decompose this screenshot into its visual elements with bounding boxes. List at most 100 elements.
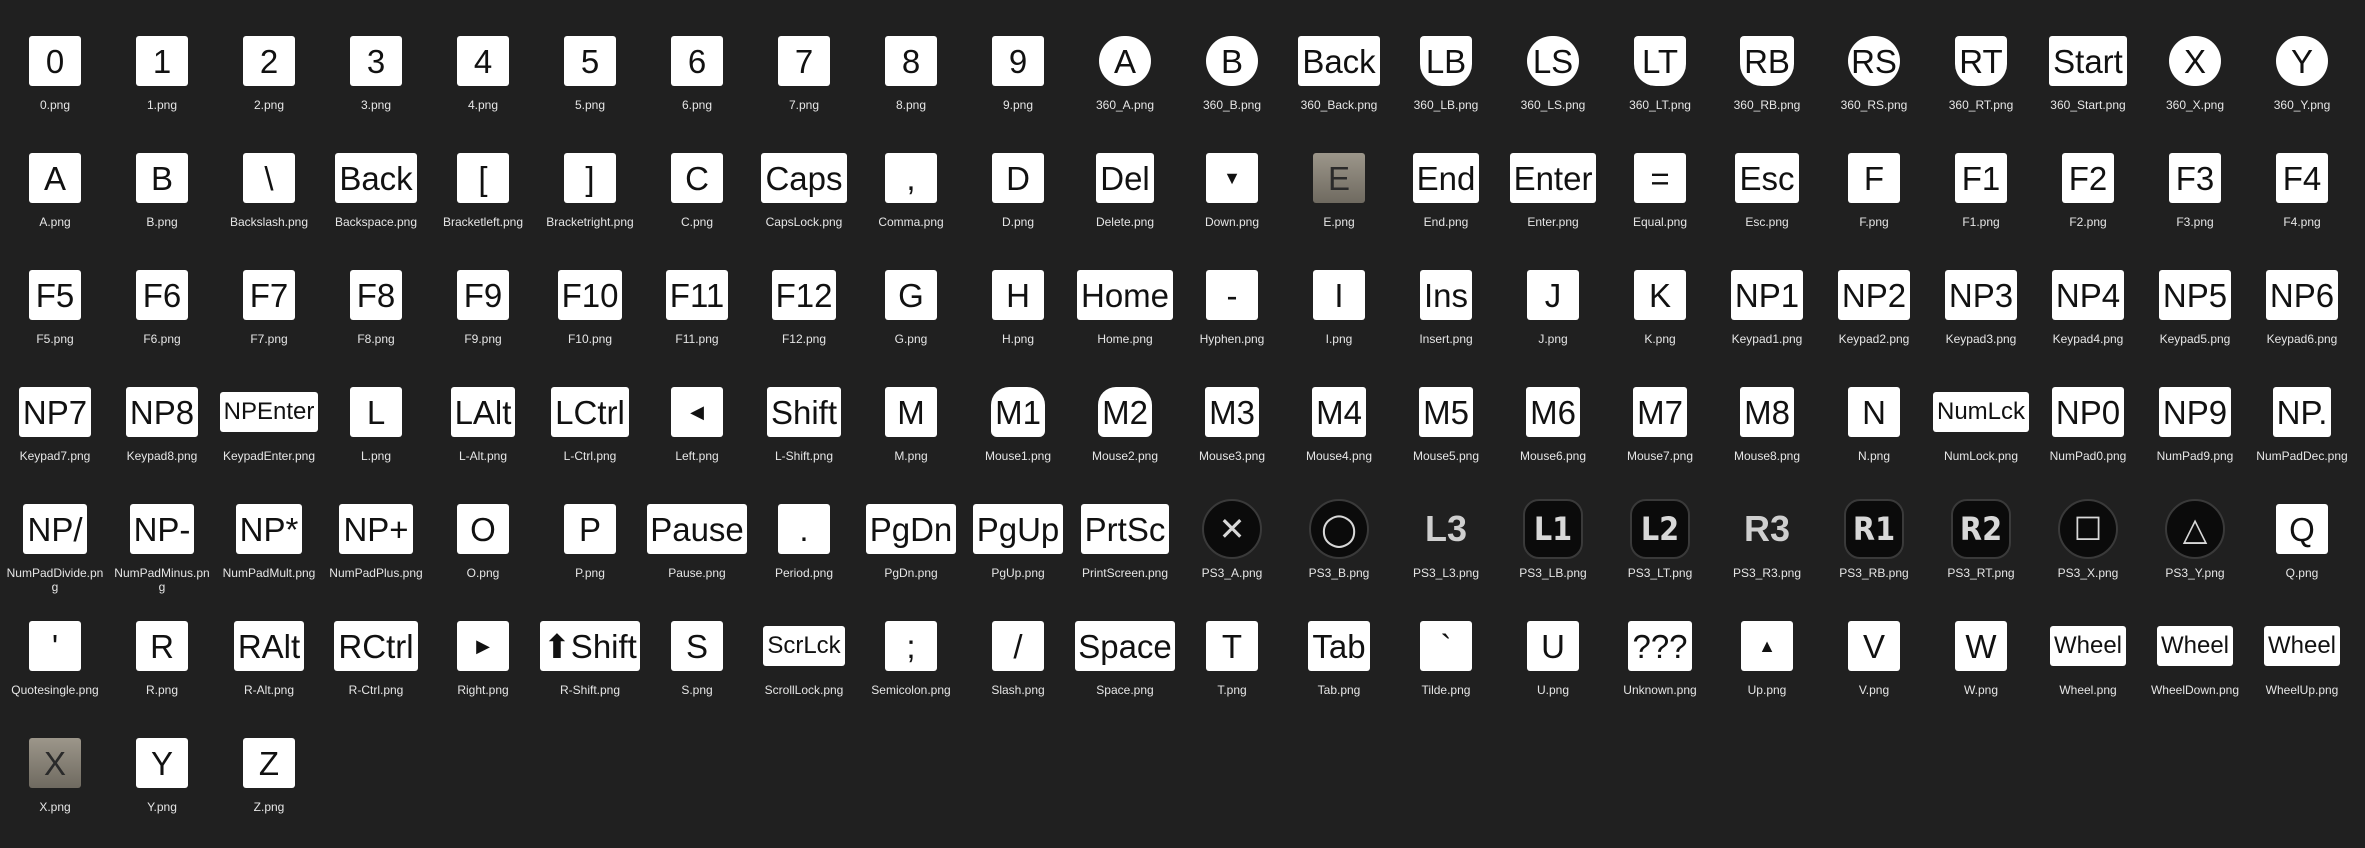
icon-tile[interactable]: NP0 NumPad0.png (2038, 377, 2138, 487)
icon-tile[interactable]: RS 360_RS.png (1824, 26, 1924, 136)
icon-tile[interactable]: RCtrl R-Ctrl.png (326, 611, 426, 721)
icon-tile[interactable]: R2 PS3_RT.png (1931, 494, 2031, 604)
icon-tile[interactable]: NP3 Keypad3.png (1931, 260, 2031, 370)
icon-tile[interactable]: A A.png (5, 143, 105, 253)
icon-tile[interactable]: H H.png (968, 260, 1068, 370)
icon-tile[interactable]: NP8 Keypad8.png (112, 377, 212, 487)
icon-tile[interactable]: \ Backslash.png (219, 143, 319, 253)
icon-tile[interactable]: C C.png (647, 143, 747, 253)
icon-tile[interactable]: NP4 Keypad4.png (2038, 260, 2138, 370)
icon-tile[interactable]: Pause Pause.png (647, 494, 747, 604)
icon-tile[interactable]: 1 1.png (112, 26, 212, 136)
icon-tile[interactable]: △ PS3_Y.png (2145, 494, 2245, 604)
icon-tile[interactable]: U U.png (1503, 611, 1603, 721)
icon-tile[interactable]: L1 PS3_LB.png (1503, 494, 1603, 604)
icon-tile[interactable]: NumLck NumLock.png (1931, 377, 2031, 487)
icon-tile[interactable]: A 360_A.png (1075, 26, 1175, 136)
icon-tile[interactable]: ◀ Left.png (647, 377, 747, 487)
icon-tile[interactable]: Shift L-Shift.png (754, 377, 854, 487)
icon-tile[interactable]: ScrLck ScrollLock.png (754, 611, 854, 721)
icon-tile[interactable]: NP* NumPadMult.png (219, 494, 319, 604)
icon-tile[interactable]: 8 8.png (861, 26, 961, 136)
icon-tile[interactable]: M7 Mouse7.png (1610, 377, 1710, 487)
icon-tile[interactable]: M3 Mouse3.png (1182, 377, 1282, 487)
icon-tile[interactable]: F7 F7.png (219, 260, 319, 370)
icon-tile[interactable]: Enter Enter.png (1503, 143, 1603, 253)
icon-tile[interactable]: O O.png (433, 494, 533, 604)
icon-tile[interactable]: NP/NumPadDivide.png (5, 494, 105, 604)
icon-tile[interactable]: R1 PS3_RB.png (1824, 494, 1924, 604)
icon-tile[interactable]: F4 F4.png (2252, 143, 2352, 253)
icon-tile[interactable]: M4 Mouse4.png (1289, 377, 1389, 487)
icon-tile[interactable]: S S.png (647, 611, 747, 721)
icon-tile[interactable]: NPEnter KeypadEnter.png (219, 377, 319, 487)
icon-tile[interactable]: M8 Mouse8.png (1717, 377, 1817, 487)
icon-tile[interactable]: = Equal.png (1610, 143, 1710, 253)
icon-tile[interactable]: NP+ NumPadPlus.png (326, 494, 426, 604)
icon-tile[interactable]: B 360_B.png (1182, 26, 1282, 136)
icon-tile[interactable]: X 360_X.png (2145, 26, 2245, 136)
icon-tile[interactable]: Start 360_Start.png (2038, 26, 2138, 136)
icon-tile[interactable]: M2 Mouse2.png (1075, 377, 1175, 487)
icon-tile[interactable]: RAlt R-Alt.png (219, 611, 319, 721)
icon-tile[interactable]: ◯ PS3_B.png (1289, 494, 1389, 604)
icon-tile[interactable]: F10 F10.png (540, 260, 640, 370)
icon-tile[interactable]: Wheel WheelUp.png (2252, 611, 2352, 721)
icon-tile[interactable]: D D.png (968, 143, 1068, 253)
icon-tile[interactable]: LT 360_LT.png (1610, 26, 1710, 136)
icon-tile[interactable]: M5 Mouse5.png (1396, 377, 1496, 487)
icon-tile[interactable]: V V.png (1824, 611, 1924, 721)
icon-tile[interactable]: I I.png (1289, 260, 1389, 370)
icon-tile[interactable]: PgDn PgDn.png (861, 494, 961, 604)
icon-tile[interactable]: Wheel Wheel.png (2038, 611, 2138, 721)
icon-tile[interactable]: ▼ Down.png (1182, 143, 1282, 253)
icon-tile[interactable]: NP. NumPadDec.png (2252, 377, 2352, 487)
icon-tile[interactable]: Wheel WheelDown.png (2145, 611, 2245, 721)
icon-tile[interactable]: F12 F12.png (754, 260, 854, 370)
icon-tile[interactable]: NP5 Keypad5.png (2145, 260, 2245, 370)
icon-tile[interactable]: F3 F3.png (2145, 143, 2245, 253)
icon-tile[interactable]: ✕ PS3_A.png (1182, 494, 1282, 604)
icon-tile[interactable]: F F.png (1824, 143, 1924, 253)
icon-tile[interactable]: 5 5.png (540, 26, 640, 136)
icon-tile[interactable]: 4 4.png (433, 26, 533, 136)
icon-tile[interactable]: RB 360_RB.png (1717, 26, 1817, 136)
icon-tile[interactable]: NP1 Keypad1.png (1717, 260, 1817, 370)
icon-tile[interactable]: ▲ Up.png (1717, 611, 1817, 721)
icon-tile[interactable]: E E.png (1289, 143, 1389, 253)
icon-tile[interactable]: 3 3.png (326, 26, 426, 136)
icon-tile[interactable]: Y Y.png (112, 728, 212, 838)
icon-tile[interactable]: ⬆Shift R-Shift.png (540, 611, 640, 721)
icon-tile[interactable]: RT 360_RT.png (1931, 26, 2031, 136)
icon-tile[interactable]: Q Q.png (2252, 494, 2352, 604)
icon-tile[interactable]: Back Backspace.png (326, 143, 426, 253)
icon-tile[interactable]: LCtrl L-Ctrl.png (540, 377, 640, 487)
icon-tile[interactable]: NP2 Keypad2.png (1824, 260, 1924, 370)
icon-tile[interactable]: 7 7.png (754, 26, 854, 136)
icon-tile[interactable]: G G.png (861, 260, 961, 370)
icon-tile[interactable]: Tab Tab.png (1289, 611, 1389, 721)
icon-tile[interactable]: R3 PS3_R3.png (1717, 494, 1817, 604)
icon-tile[interactable]: Z Z.png (219, 728, 319, 838)
icon-tile[interactable]: PrtSc PrintScreen.png (1075, 494, 1175, 604)
icon-tile[interactable]: / Slash.png (968, 611, 1068, 721)
icon-tile[interactable]: B B.png (112, 143, 212, 253)
icon-tile[interactable]: F11 F11.png (647, 260, 747, 370)
icon-tile[interactable]: [Bracketleft.png (433, 143, 533, 253)
icon-tile[interactable]: M1 Mouse1.png (968, 377, 1068, 487)
icon-tile[interactable]: , Comma.png (861, 143, 961, 253)
icon-tile[interactable]: . Period.png (754, 494, 854, 604)
icon-tile[interactable]: F6 F6.png (112, 260, 212, 370)
icon-tile[interactable]: 9 9.png (968, 26, 1068, 136)
icon-tile[interactable]: NP6 Keypad6.png (2252, 260, 2352, 370)
icon-tile[interactable]: L3 PS3_L3.png (1396, 494, 1496, 604)
icon-tile[interactable]: F9 F9.png (433, 260, 533, 370)
icon-tile[interactable]: ☐ PS3_X.png (2038, 494, 2138, 604)
icon-tile[interactable]: 0 0.png (5, 26, 105, 136)
icon-tile[interactable]: Y 360_Y.png (2252, 26, 2352, 136)
icon-tile[interactable]: PgUp PgUp.png (968, 494, 1068, 604)
icon-tile[interactable]: NP7 Keypad7.png (5, 377, 105, 487)
icon-tile[interactable]: ] Bracketright.png (540, 143, 640, 253)
icon-tile[interactable]: W W.png (1931, 611, 2031, 721)
icon-tile[interactable]: 6 6.png (647, 26, 747, 136)
